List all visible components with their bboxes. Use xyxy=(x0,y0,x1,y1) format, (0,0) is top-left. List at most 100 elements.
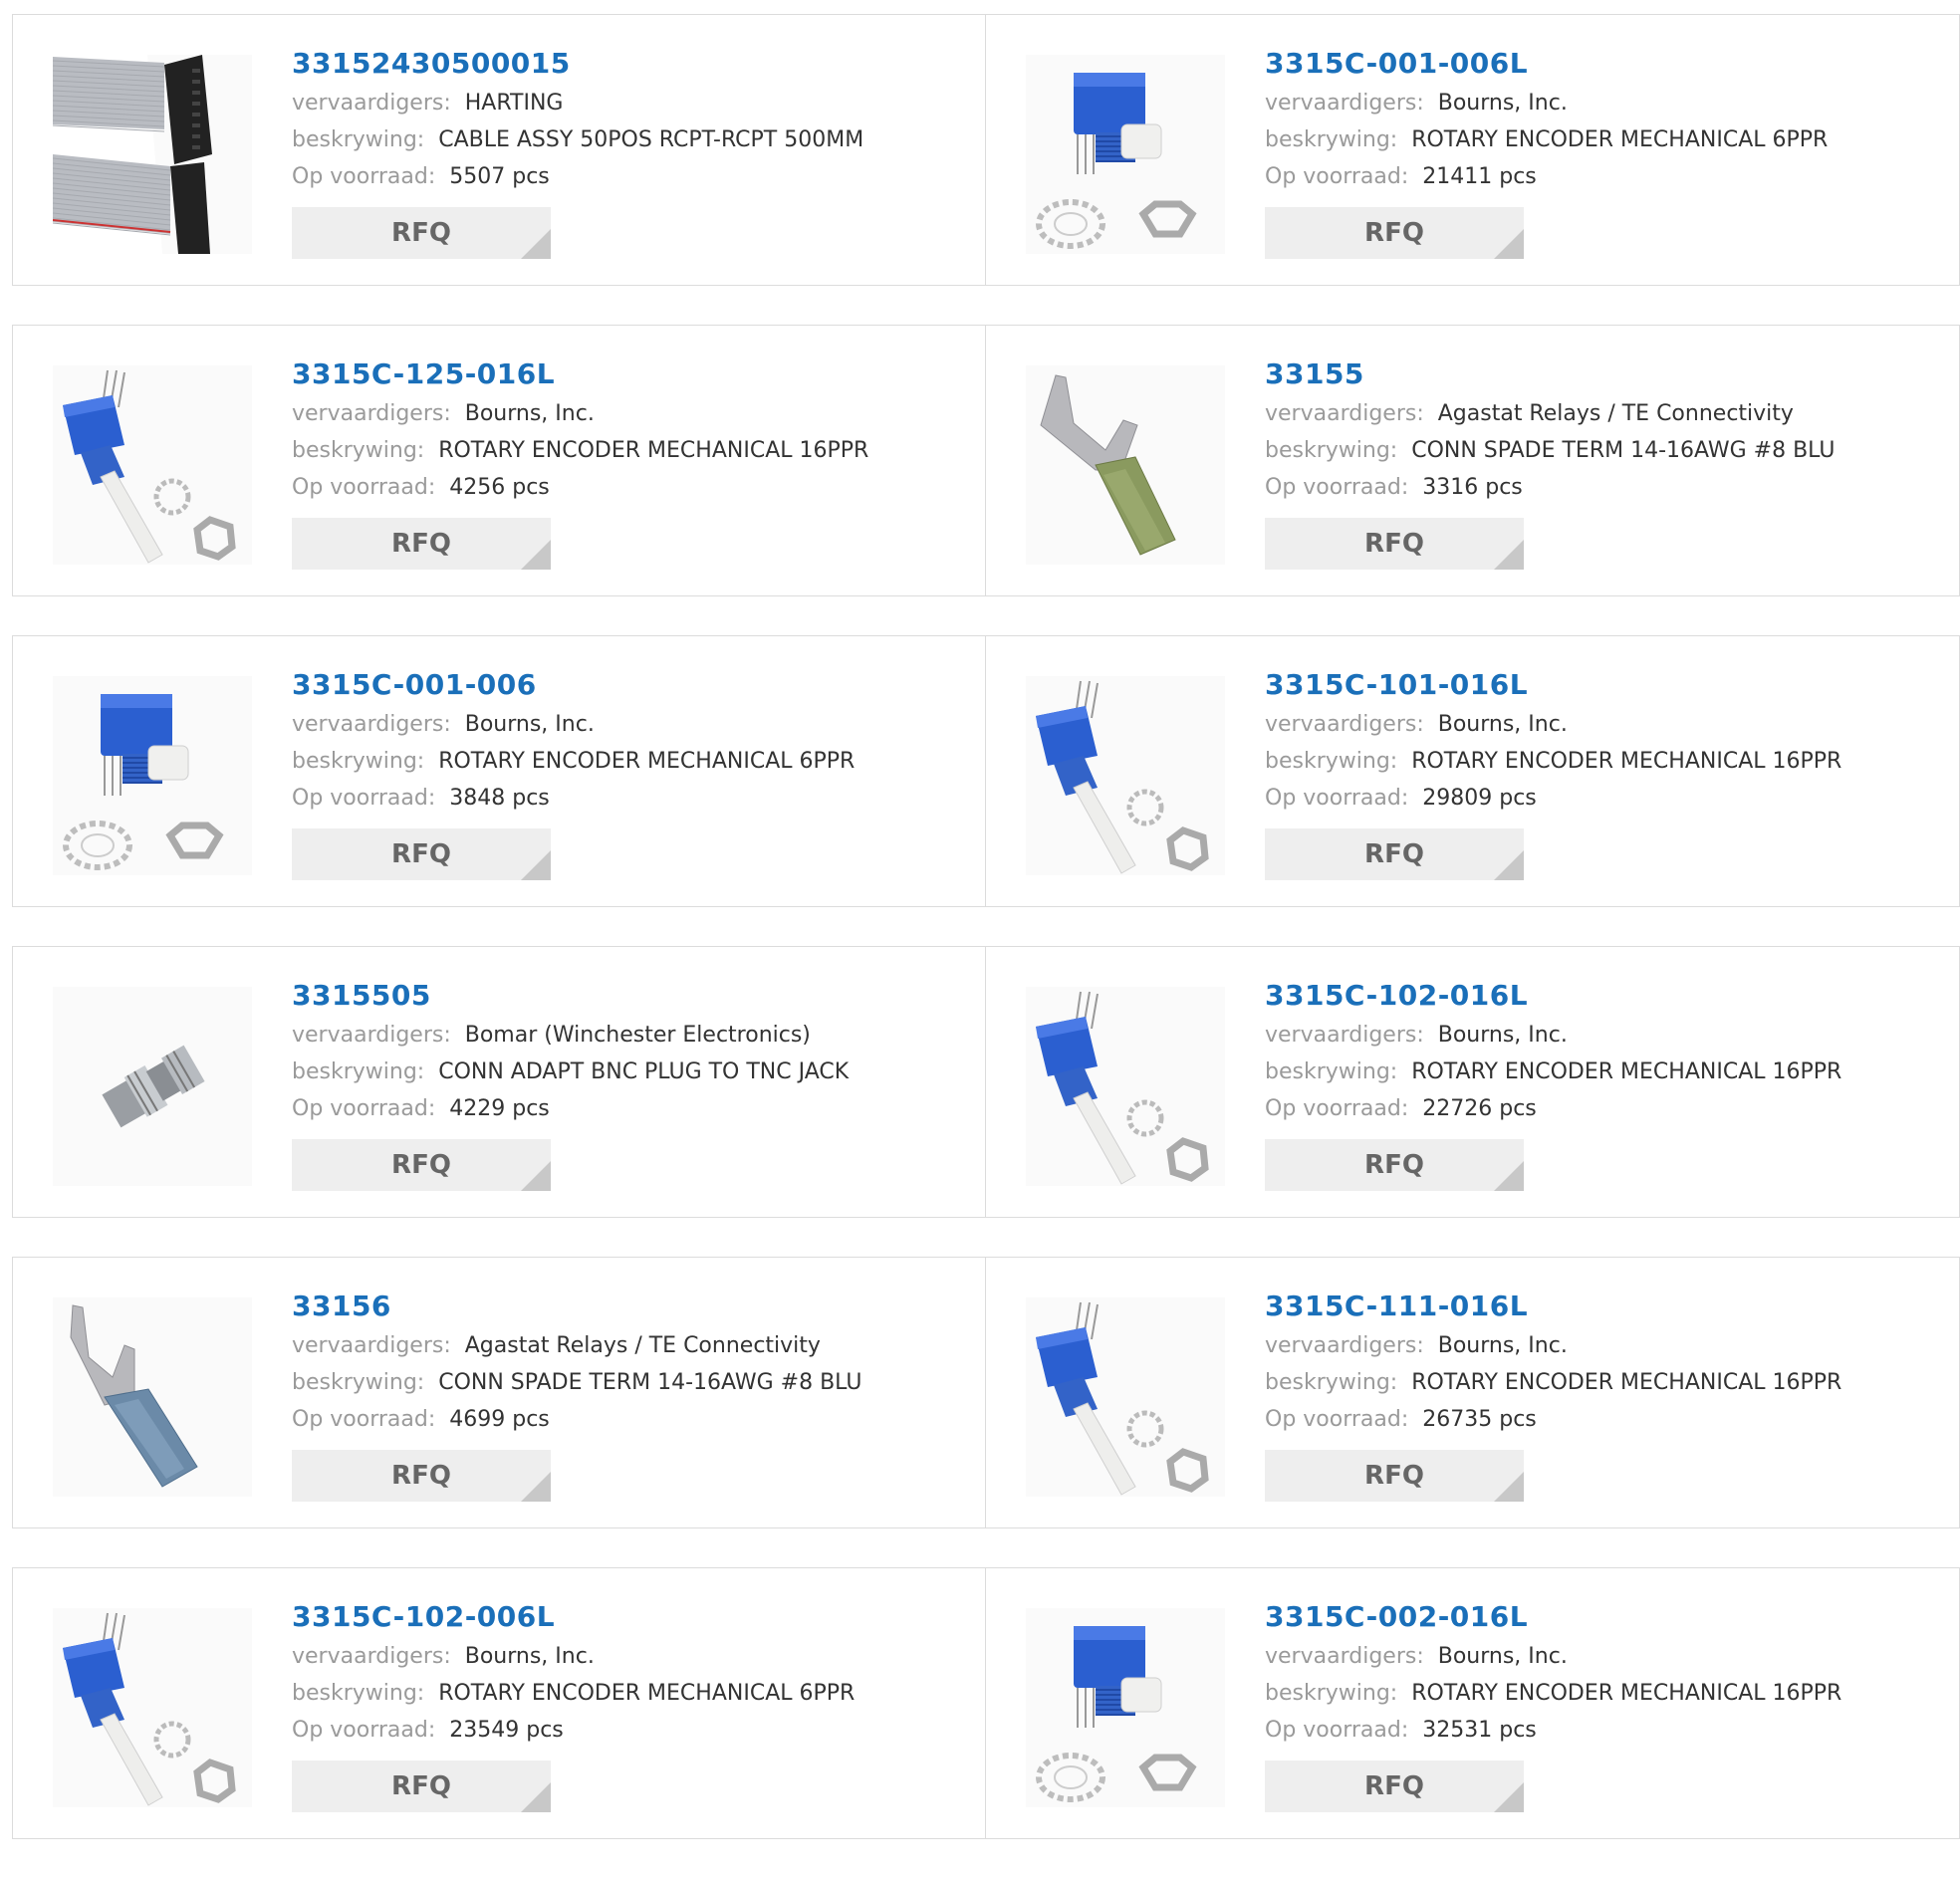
manufacturer-row: vervaardigers: Bourns, Inc. xyxy=(1265,706,1841,743)
part-number-link[interactable]: 3315C-001-006 xyxy=(292,664,855,706)
rfq-label: RFQ xyxy=(391,218,451,248)
rfq-button[interactable]: RFQ xyxy=(1265,828,1524,880)
part-number-link[interactable]: 33155 xyxy=(1265,353,1835,395)
rfq-label: RFQ xyxy=(1364,529,1424,559)
corner-triangle-icon xyxy=(1494,540,1524,570)
description-row: beskrywing: ROTARY ENCODER MECHANICAL 16P… xyxy=(1265,1364,1841,1401)
manufacturer-label: vervaardigers: xyxy=(292,712,451,737)
product-row: 3315505 vervaardigers: Bomar (Winchester … xyxy=(12,946,1960,1220)
manufacturer-row: vervaardigers: Bourns, Inc. xyxy=(1265,85,1828,121)
manufacturer-row: vervaardigers: Bourns, Inc. xyxy=(292,395,868,432)
product-image[interactable] xyxy=(53,1608,252,1807)
part-number-link[interactable]: 3315C-001-006L xyxy=(1265,43,1828,85)
part-number-link[interactable]: 3315C-111-016L xyxy=(1265,1286,1841,1327)
description-row: beskrywing: ROTARY ENCODER MECHANICAL 16P… xyxy=(1265,1675,1841,1712)
rotary-encoder-angled-icon xyxy=(1036,1301,1209,1496)
stock-value: 21411 pcs xyxy=(1422,164,1537,189)
part-number-link[interactable]: 3315C-125-016L xyxy=(292,353,868,395)
corner-triangle-icon xyxy=(521,1472,551,1502)
product-image[interactable] xyxy=(53,365,252,565)
rfq-label: RFQ xyxy=(1364,1150,1424,1180)
product-card: 3315C-101-016L vervaardigers: Bourns, Inc… xyxy=(986,635,1960,907)
manufacturer-label: vervaardigers: xyxy=(1265,401,1424,426)
stock-value: 26735 pcs xyxy=(1422,1407,1537,1432)
description-value: ROTARY ENCODER MECHANICAL 16PPR xyxy=(1411,1059,1842,1084)
description-value: ROTARY ENCODER MECHANICAL 16PPR xyxy=(1411,749,1842,774)
product-info: 3315C-101-016L vervaardigers: Bourns, Inc… xyxy=(1265,664,1841,880)
stock-value: 4699 pcs xyxy=(449,1407,550,1432)
rfq-button[interactable]: RFQ xyxy=(292,1761,551,1812)
product-row: 33156 vervaardigers: Agastat Relays / TE … xyxy=(12,1257,1960,1530)
rfq-button[interactable]: RFQ xyxy=(292,828,551,880)
part-number-link[interactable]: 3315C-102-006L xyxy=(292,1596,855,1638)
ribbon-cable-icon xyxy=(53,55,212,254)
description-label: beskrywing: xyxy=(292,438,425,463)
product-image[interactable] xyxy=(53,55,252,254)
product-image[interactable] xyxy=(53,987,252,1186)
rfq-label: RFQ xyxy=(1364,839,1424,869)
product-info: 3315C-002-016L vervaardigers: Bourns, Inc… xyxy=(1265,1596,1841,1812)
rfq-button[interactable]: RFQ xyxy=(1265,1450,1524,1502)
rfq-button[interactable]: RFQ xyxy=(292,1450,551,1502)
rfq-button[interactable]: RFQ xyxy=(1265,1139,1524,1191)
product-image[interactable] xyxy=(1026,1608,1225,1807)
description-value: ROTARY ENCODER MECHANICAL 6PPR xyxy=(438,749,856,774)
product-info: 3315C-001-006L vervaardigers: Bourns, Inc… xyxy=(1265,43,1828,259)
manufacturer-label: vervaardigers: xyxy=(1265,712,1424,737)
stock-value: 23549 pcs xyxy=(449,1718,564,1743)
product-image[interactable] xyxy=(1026,365,1225,565)
description-row: beskrywing: CONN ADAPT BNC PLUG TO TNC JA… xyxy=(292,1054,849,1090)
description-value: CONN ADAPT BNC PLUG TO TNC JACK xyxy=(438,1059,850,1084)
product-image[interactable] xyxy=(53,676,252,875)
stock-row: Op voorraad: 21411 pcs xyxy=(1265,158,1828,195)
description-label: beskrywing: xyxy=(1265,127,1398,152)
product-info: 33155 vervaardigers: Agastat Relays / TE … xyxy=(1265,353,1835,570)
product-card: 3315505 vervaardigers: Bomar (Winchester … xyxy=(12,946,986,1218)
rfq-button[interactable]: RFQ xyxy=(1265,518,1524,570)
rfq-button[interactable]: RFQ xyxy=(1265,207,1524,259)
stock-label: Op voorraad: xyxy=(1265,1407,1409,1432)
product-card: 3315C-102-016L vervaardigers: Bourns, Inc… xyxy=(986,946,1960,1218)
product-image[interactable] xyxy=(1026,987,1225,1186)
product-card: 3315C-125-016L vervaardigers: Bourns, Inc… xyxy=(12,325,986,596)
description-value: CONN SPADE TERM 14-16AWG #8 BLU xyxy=(438,1370,862,1395)
product-image[interactable] xyxy=(1026,676,1225,875)
part-number-link[interactable]: 33152430500015 xyxy=(292,43,863,85)
product-row: 3315C-125-016L vervaardigers: Bourns, Inc… xyxy=(12,325,1960,598)
part-number-link[interactable]: 33156 xyxy=(292,1286,861,1327)
stock-value: 3316 pcs xyxy=(1422,475,1523,500)
corner-triangle-icon xyxy=(521,850,551,880)
stock-row: Op voorraad: 4256 pcs xyxy=(292,469,868,506)
product-image[interactable] xyxy=(1026,55,1225,254)
part-number-link[interactable]: 3315C-002-016L xyxy=(1265,1596,1841,1638)
spade-terminal-blue-icon xyxy=(70,1304,198,1488)
product-image[interactable] xyxy=(53,1297,252,1497)
stock-row: Op voorraad: 29809 pcs xyxy=(1265,780,1841,817)
corner-triangle-icon xyxy=(1494,229,1524,259)
product-card: 33152430500015 vervaardigers: HARTING bes… xyxy=(12,14,986,286)
spade-terminal-green-icon xyxy=(1040,374,1176,556)
rfq-button[interactable]: RFQ xyxy=(292,207,551,259)
product-card: 3315C-102-006L vervaardigers: Bourns, Inc… xyxy=(12,1567,986,1839)
product-card: 3315C-001-006L vervaardigers: Bourns, Inc… xyxy=(986,14,1960,286)
manufacturer-value: Bourns, Inc. xyxy=(464,1644,595,1669)
rfq-button[interactable]: RFQ xyxy=(292,1139,551,1191)
part-number-link[interactable]: 3315505 xyxy=(292,975,849,1017)
manufacturer-value: Bourns, Inc. xyxy=(464,401,595,426)
manufacturer-value: Bourns, Inc. xyxy=(1437,1644,1568,1669)
stock-label: Op voorraad: xyxy=(1265,164,1409,189)
rfq-label: RFQ xyxy=(391,529,451,559)
description-row: beskrywing: ROTARY ENCODER MECHANICAL 6PP… xyxy=(292,743,855,780)
product-card: 3315C-001-006 vervaardigers: Bourns, Inc.… xyxy=(12,635,986,907)
corner-triangle-icon xyxy=(521,1161,551,1191)
description-row: beskrywing: ROTARY ENCODER MECHANICAL 16P… xyxy=(1265,743,1841,780)
description-value: ROTARY ENCODER MECHANICAL 16PPR xyxy=(438,438,869,463)
rfq-label: RFQ xyxy=(1364,1771,1424,1801)
rfq-button[interactable]: RFQ xyxy=(1265,1761,1524,1812)
part-number-link[interactable]: 3315C-102-016L xyxy=(1265,975,1841,1017)
description-label: beskrywing: xyxy=(292,1059,425,1084)
rfq-button[interactable]: RFQ xyxy=(292,518,551,570)
part-number-link[interactable]: 3315C-101-016L xyxy=(1265,664,1841,706)
stock-label: Op voorraad: xyxy=(292,786,436,811)
product-image[interactable] xyxy=(1026,1297,1225,1497)
